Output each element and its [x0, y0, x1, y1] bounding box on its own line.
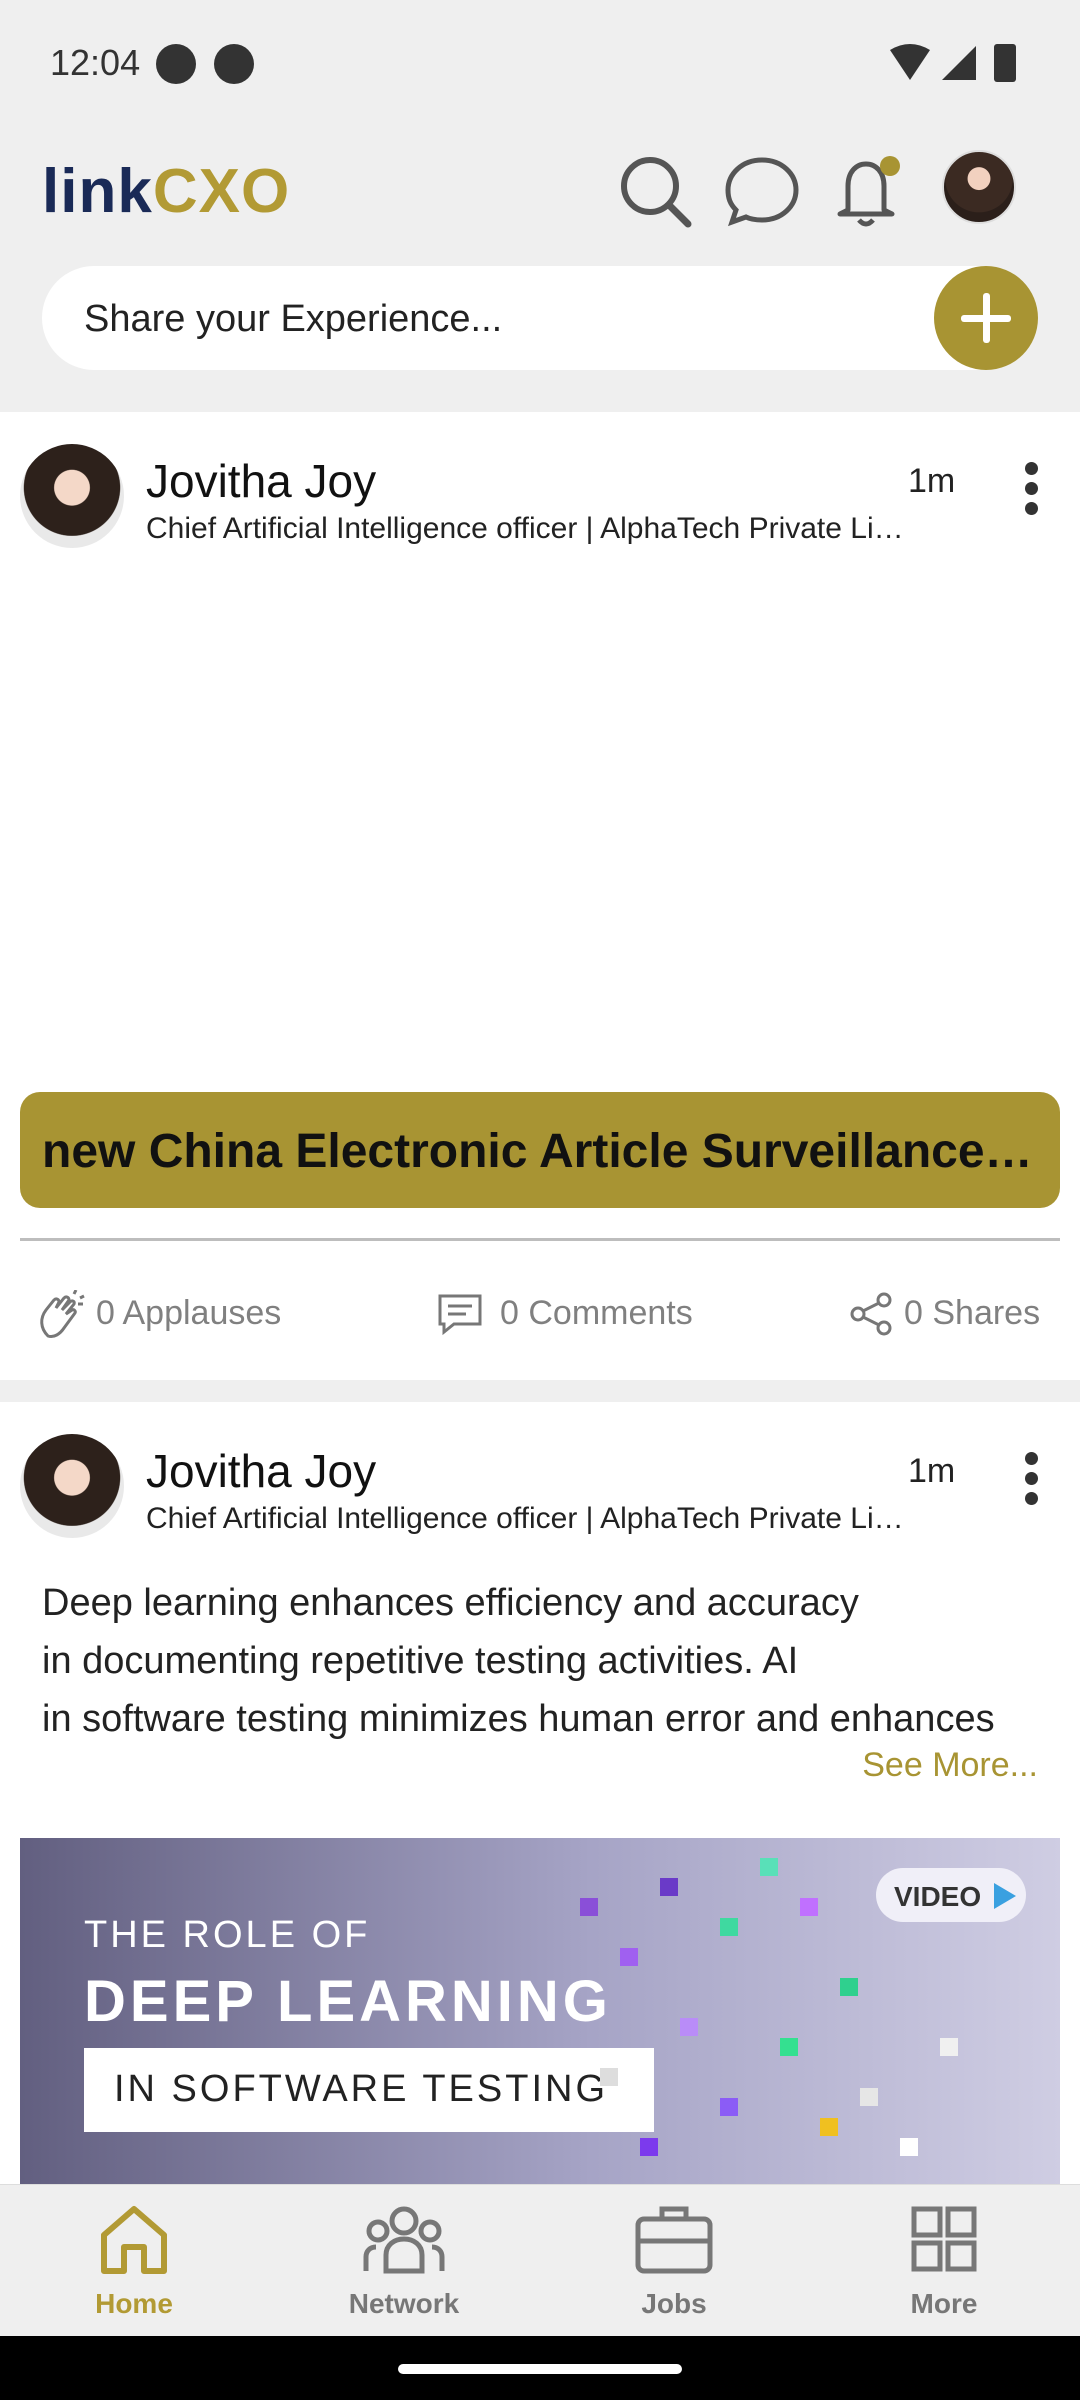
nav-more[interactable]: More	[844, 2201, 1044, 2320]
media-caption-box: IN SOFTWARE TESTING	[84, 2048, 654, 2132]
nav-network[interactable]: Network	[304, 2201, 504, 2320]
share-experience-input[interactable]: Share your Experience...	[42, 266, 1038, 370]
grid-icon	[911, 2206, 977, 2272]
applause-button[interactable]: 0 Applauses	[34, 1290, 282, 1338]
post-video-thumbnail[interactable]: THE ROLE OF DEEP LEARNING IN SOFTWARE TE…	[20, 1838, 1060, 2184]
author-headline: Chief Artificial Intelligence officer | …	[146, 1502, 906, 1535]
status-time: 12:04	[50, 42, 141, 83]
notification-dot-icon	[214, 44, 254, 84]
media-line-1: THE ROLE OF	[84, 1914, 371, 1956]
profile-avatar[interactable]	[942, 150, 1016, 224]
home-gesture-handle[interactable]	[398, 2364, 682, 2374]
share-count: 0 Shares	[904, 1294, 1041, 1332]
chat-icon[interactable]	[720, 148, 804, 232]
media-line-2: DEEP LEARNING	[84, 1969, 612, 2034]
more-vert-icon[interactable]	[1016, 1452, 1046, 1512]
post-body: Deep learning enhances efficiency and ac…	[42, 1582, 995, 1740]
author-avatar[interactable]	[20, 1434, 124, 1538]
sync-status-icon	[156, 44, 196, 84]
video-badge: VIDEO	[876, 1868, 1026, 1922]
post-time: 1m	[908, 462, 956, 500]
post-time: 1m	[908, 1452, 956, 1490]
author-headline: Chief Artificial Intelligence officer | …	[146, 512, 906, 545]
bottom-navigation: Home Network Jobs More	[0, 2184, 1080, 2336]
gesture-bar	[0, 2336, 1080, 2400]
applause-count: 0 Applauses	[96, 1294, 282, 1332]
jobs-icon	[635, 2206, 713, 2274]
post-card: Jovitha Joy Chief Artificial Intelligenc…	[0, 1402, 1080, 2184]
home-icon	[101, 2206, 167, 2274]
comment-button[interactable]: 0 Comments	[436, 1294, 693, 1336]
system-status-icons	[890, 44, 1016, 82]
status-bar: 12:04	[0, 0, 1080, 128]
clap-icon	[40, 1290, 85, 1338]
media-line-3: IN SOFTWARE TESTING	[114, 2068, 609, 2110]
divider	[20, 1238, 1060, 1241]
nav-jobs[interactable]: Jobs	[574, 2201, 774, 2320]
author-avatar[interactable]	[20, 444, 124, 548]
share-button[interactable]: 0 Shares	[848, 1292, 1041, 1336]
comment-icon	[438, 1294, 482, 1336]
plus-icon[interactable]	[934, 266, 1038, 370]
author-name[interactable]: Jovitha Joy	[146, 1444, 376, 1498]
app-header: linkCXO Share your Experience...	[0, 128, 1080, 408]
comment-count: 0 Comments	[500, 1294, 693, 1332]
article-banner[interactable]: new China Electronic Article Surveillanc…	[20, 1092, 1060, 1208]
author-name[interactable]: Jovitha Joy	[146, 454, 376, 508]
article-banner-title: new China Electronic Article Surveillanc…	[42, 1125, 1042, 1178]
bell-icon[interactable]	[826, 148, 910, 232]
share-icon	[850, 1292, 892, 1336]
search-icon[interactable]	[612, 148, 696, 232]
network-icon	[363, 2206, 445, 2274]
post-card: Jovitha Joy Chief Artificial Intelligenc…	[0, 412, 1080, 1380]
more-vert-icon[interactable]	[1016, 462, 1046, 522]
linkcxo-logo[interactable]: linkCXO	[42, 156, 290, 227]
nav-home[interactable]: Home	[34, 2201, 234, 2320]
play-icon	[994, 1883, 1016, 1909]
see-more-link[interactable]: See More...	[862, 1746, 1038, 1785]
